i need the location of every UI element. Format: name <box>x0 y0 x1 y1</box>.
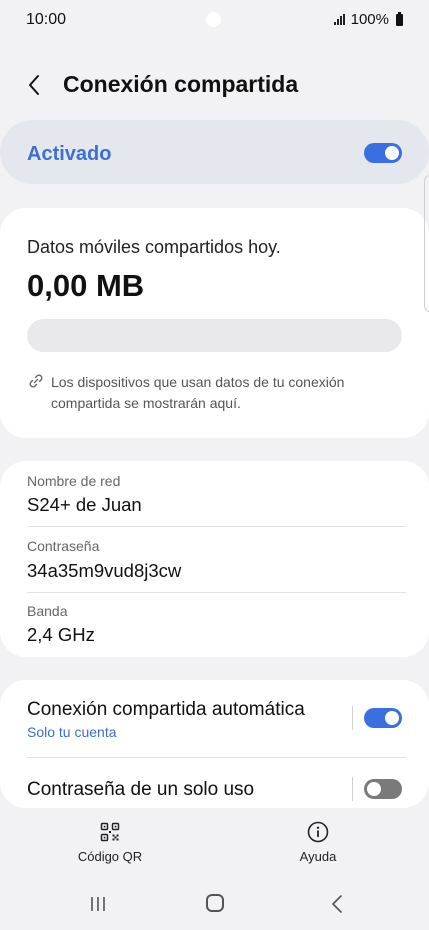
password-value[interactable]: 34a35m9vud8j3cw <box>27 560 181 582</box>
scroll-indicator <box>424 175 429 312</box>
data-usage-value: 0,00 MB <box>27 268 145 303</box>
battery-percent: 100% <box>350 11 389 28</box>
band-label: Banda <box>27 603 68 619</box>
divider <box>27 526 406 527</box>
devices-note: Los dispositivos que usan datos de tu co… <box>51 374 345 411</box>
divider <box>27 592 406 593</box>
one-time-password-title[interactable]: Contraseña de un solo uso <box>27 779 254 801</box>
divider <box>27 757 406 758</box>
battery-icon <box>396 11 403 26</box>
link-icon <box>28 373 44 389</box>
bottom-action-bar <box>0 808 429 880</box>
auto-hotspot-switch[interactable] <box>364 708 402 728</box>
info-icon[interactable] <box>307 821 329 843</box>
qr-code-icon[interactable] <box>100 822 120 842</box>
master-toggle-label: Activado <box>27 143 112 165</box>
master-toggle-switch[interactable] <box>364 143 402 163</box>
recent-apps-icon[interactable] <box>88 896 108 912</box>
network-name-label: Nombre de red <box>27 473 121 489</box>
toggle-separator <box>352 706 353 730</box>
auto-hotspot-title[interactable]: Conexión compartida automática <box>27 699 305 721</box>
network-name-value[interactable]: S24+ de Juan <box>27 494 142 516</box>
help-label[interactable]: Ayuda <box>280 849 356 864</box>
back-arrow-icon[interactable] <box>22 70 52 100</box>
auto-hotspot-subtitle: Solo tu cuenta <box>27 724 117 740</box>
status-indicators: 100% <box>333 11 403 28</box>
qr-code-label[interactable]: Código QR <box>62 849 158 864</box>
home-icon[interactable] <box>206 894 224 912</box>
one-time-password-switch[interactable] <box>364 779 402 799</box>
nav-back-icon[interactable] <box>329 894 345 914</box>
page-title: Conexión compartida <box>63 71 299 97</box>
band-value[interactable]: 2,4 GHz <box>27 624 95 646</box>
password-label: Contraseña <box>27 538 100 554</box>
signal-icon <box>333 14 345 25</box>
status-time: 10:00 <box>26 11 67 28</box>
data-usage-label: Datos móviles compartidos hoy. <box>27 237 281 257</box>
toggle-separator <box>352 777 353 801</box>
camera-cutout <box>206 12 221 27</box>
data-usage-bar <box>27 319 402 352</box>
